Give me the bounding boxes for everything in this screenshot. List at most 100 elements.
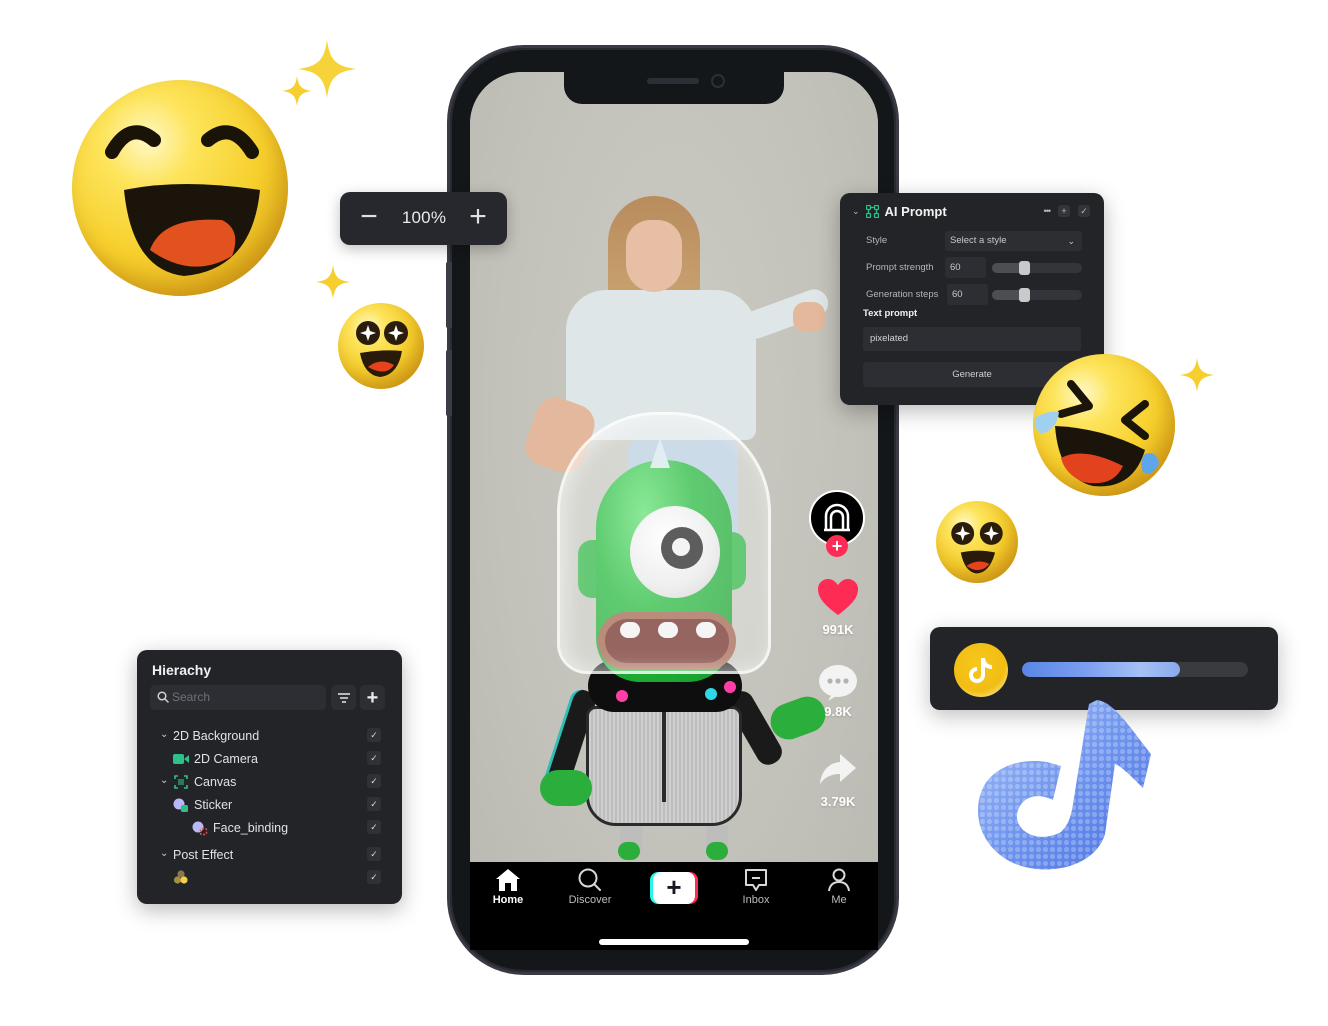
nav-me-label: Me [831,894,847,906]
tears-of-joy-emoji-overlay [1033,354,1175,496]
nav-home-label: Home [492,894,524,906]
check-icon[interactable]: ✓ [1078,205,1090,217]
visibility-checkbox[interactable]: ✓ [367,870,381,884]
front-camera [711,74,725,88]
chevron-down-icon[interactable]: ⌄ [160,848,168,859]
filter-icon [337,692,350,703]
collar-light-pink [616,690,628,702]
node-graph-icon [865,205,879,218]
post-effect-icon [173,870,188,884]
progress-bar-fill [1022,662,1181,677]
tiktok-note-icon [969,658,992,683]
visibility-checkbox[interactable]: ✓ [367,751,381,765]
inbox-icon [745,869,767,891]
visibility-checkbox[interactable]: ✓ [367,820,381,834]
like-count: 991K [822,622,854,637]
zoom-control: − 100% + [340,192,507,245]
create-button[interactable]: + [650,872,698,904]
collapse-chevron-icon[interactable]: ⌄ [852,206,860,217]
canvas-icon [174,775,188,789]
hierarchy-panel: Hierachy Search + ⌄ 2D Background ✓ 2D C… [137,650,402,904]
tree-item-label: Canvas [194,775,237,789]
starry-eyes-emoji-icon [936,501,1018,583]
tree-item-2d-camera[interactable]: 2D Camera ✓ [137,749,402,771]
chevron-down-icon[interactable]: ⌄ [160,729,168,740]
ai-prompt-title: AI Prompt [884,204,947,219]
tree-item-post-effect-child[interactable]: ✓ [137,868,402,890]
heart-icon [818,579,858,615]
share-button[interactable]: 3.79K [806,752,870,809]
filter-button[interactable] [331,685,356,710]
alien-foot [618,842,640,860]
nav-me[interactable]: Me [804,868,874,906]
hierarchy-search-input[interactable]: Search [150,685,326,710]
tree-item-label: Post Effect [173,848,234,862]
tree-item-label: 2D Background [173,729,260,743]
hierarchy-title: Hierachy [152,662,212,678]
generation-steps-slider-thumb[interactable] [1019,288,1031,302]
alien-suit-zipper [662,706,666,802]
nav-discover-label: Discover [568,894,612,906]
camera-icon [173,754,189,764]
home-indicator[interactable] [599,939,749,945]
nav-home[interactable]: Home [473,868,543,906]
plus-icon[interactable]: + [1058,205,1070,217]
zoom-out-button[interactable]: − [351,200,387,236]
comment-icon [819,665,857,701]
prompt-strength-slider-thumb[interactable] [1019,261,1031,275]
phone-speaker [647,78,699,84]
tree-item-canvas[interactable]: ⌄ Canvas ✓ [137,772,402,794]
profile-icon [828,868,850,892]
tree-item-face-binding[interactable]: Face_binding ✓ [137,818,402,840]
progress-bar [1022,662,1248,677]
like-button[interactable]: 991K [806,578,870,637]
face-binding-icon [192,821,208,836]
person-face [626,220,682,292]
add-object-button[interactable]: + [360,685,385,710]
prompt-strength-label: Prompt strength [866,262,934,273]
create-plus-icon: + [653,872,695,904]
laughing-emoji-icon [72,80,288,296]
prompt-strength-input[interactable]: 60 [945,257,986,278]
nav-inbox[interactable]: Inbox [721,868,791,906]
search-icon [157,691,169,703]
text-prompt-input[interactable]: pixelated [863,327,1081,351]
generation-steps-label: Generation steps [866,289,939,300]
style-select-value: Select a style [950,235,1007,246]
more-icon[interactable]: ••• [1044,206,1052,216]
follow-button[interactable]: + [826,535,848,557]
search-placeholder: Search [172,690,211,704]
zoom-in-button[interactable]: + [460,200,496,236]
collar-light-cyan [705,688,717,700]
search-icon [578,868,601,891]
generation-steps-input[interactable]: 60 [947,284,988,305]
comment-button[interactable]: 9.8K [806,664,870,719]
tree-item-sticker[interactable]: Sticker ✓ [137,795,402,817]
nav-discover[interactable]: Discover [555,868,625,906]
phone-volume-up-button [446,262,452,328]
visibility-checkbox[interactable]: ✓ [367,797,381,811]
text-prompt-label: Text prompt [863,308,918,319]
share-arrow-icon [820,754,856,784]
tiktok-3d-logo-icon [965,692,1165,882]
tree-item-label: 2D Camera [194,752,258,766]
visibility-checkbox[interactable]: ✓ [367,774,381,788]
plus-icon: + [366,686,379,709]
style-select[interactable]: Select a style ⌄ [945,231,1082,251]
sparkle-icon [1180,358,1214,392]
chevron-down-icon: ⌄ [1067,236,1075,246]
style-label: Style [866,235,888,246]
alien-glass-dome [557,412,771,674]
chevron-down-icon[interactable]: ⌄ [160,775,168,786]
share-count: 3.79K [820,794,856,809]
alien-hand [540,770,592,806]
visibility-checkbox[interactable]: ✓ [367,847,381,861]
sparkle-icon [316,265,350,299]
visibility-checkbox[interactable]: ✓ [367,728,381,742]
tree-item-post-effect[interactable]: ⌄ Post Effect ✓ [137,845,402,867]
generation-steps-slider[interactable] [992,290,1082,300]
tree-item-label: Face_binding [213,821,289,835]
tree-item-2d-background[interactable]: ⌄ 2D Background ✓ [137,726,402,748]
alien-foot [706,842,728,860]
prompt-strength-slider[interactable] [992,263,1082,273]
